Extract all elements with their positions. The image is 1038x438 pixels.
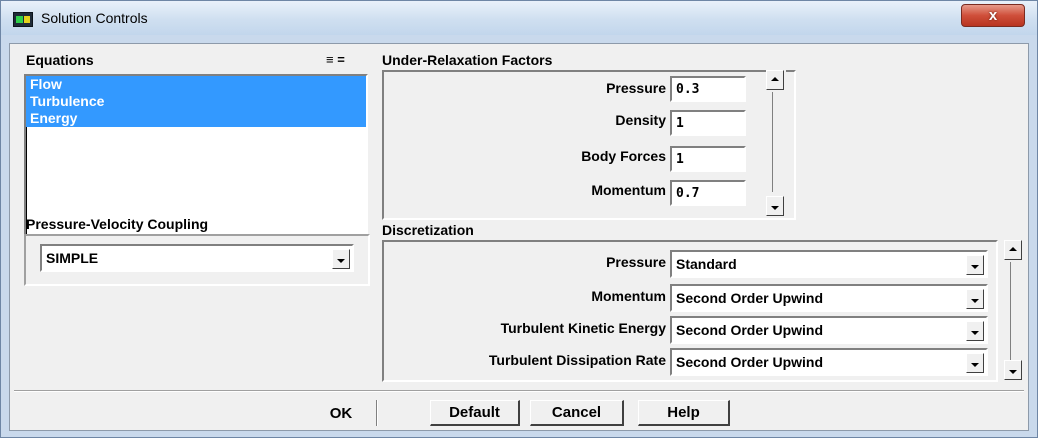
urf-momentum-label: Momentum xyxy=(591,182,666,198)
scroll-up-button[interactable] xyxy=(1004,240,1022,260)
dropdown-button[interactable] xyxy=(966,289,984,309)
chevron-up-icon xyxy=(771,77,779,81)
discretization-scrollbar[interactable] xyxy=(1004,240,1024,382)
disc-pressure-select[interactable]: Standard xyxy=(670,250,988,278)
chevron-down-icon xyxy=(337,259,345,263)
scroll-track[interactable] xyxy=(1010,262,1011,360)
equation-item-flow[interactable]: Flow xyxy=(26,76,366,93)
dropdown-button[interactable] xyxy=(332,249,350,269)
pv-coupling-select[interactable]: SIMPLE xyxy=(40,244,354,272)
chevron-down-icon xyxy=(971,299,979,303)
cancel-button[interactable]: Cancel xyxy=(530,400,624,426)
disc-momentum-select[interactable]: Second Order Upwind xyxy=(670,284,988,312)
equation-item-energy[interactable]: Energy xyxy=(26,110,366,127)
title-bar[interactable]: Solution Controls x xyxy=(1,1,1037,35)
dropdown-button[interactable] xyxy=(966,321,984,341)
chevron-down-icon xyxy=(971,331,979,335)
scroll-down-button[interactable] xyxy=(766,196,784,216)
scroll-track[interactable] xyxy=(772,92,773,192)
disc-dissipation-select[interactable]: Second Order Upwind xyxy=(670,348,988,376)
urf-scrollbar[interactable] xyxy=(766,70,786,216)
urf-body-forces-label: Body Forces xyxy=(581,148,666,164)
urf-pressure-input[interactable]: 0.3 xyxy=(670,76,746,102)
disc-pressure-label: Pressure xyxy=(606,254,666,270)
urf-pressure-label: Pressure xyxy=(606,80,666,96)
disc-dissipation-value: Second Order Upwind xyxy=(676,354,824,370)
close-button[interactable]: x xyxy=(961,4,1025,27)
equation-item-turbulence[interactable]: Turbulence xyxy=(26,93,366,110)
chevron-down-icon xyxy=(971,265,979,269)
ok-button[interactable]: OK xyxy=(316,400,366,426)
solution-controls-window: Solution Controls x Equations ≡ = Flow T… xyxy=(0,0,1038,438)
chevron-down-icon xyxy=(1009,370,1017,374)
urf-body-forces-input[interactable]: 1 xyxy=(670,146,746,172)
pv-coupling-value: SIMPLE xyxy=(46,250,99,266)
urf-density-label: Density xyxy=(615,112,666,128)
under-relaxation-header: Under-Relaxation Factors xyxy=(382,52,553,68)
disc-momentum-value: Second Order Upwind xyxy=(676,290,824,306)
dropdown-button[interactable] xyxy=(966,255,984,275)
urf-density-input[interactable]: 1 xyxy=(670,110,746,136)
disc-tke-label: Turbulent Kinetic Energy xyxy=(500,320,666,336)
scroll-up-button[interactable] xyxy=(766,70,784,90)
disc-pressure-value: Standard xyxy=(676,256,737,272)
urf-momentum-input[interactable]: 0.7 xyxy=(670,180,746,206)
discretization-header: Discretization xyxy=(382,222,474,238)
list-toggle-icons[interactable]: ≡ = xyxy=(326,52,345,67)
dialog-body: Equations ≡ = Flow Turbulence Energy Pre… xyxy=(9,43,1029,431)
help-button[interactable]: Help xyxy=(638,400,730,426)
dropdown-button[interactable] xyxy=(966,353,984,373)
window-title: Solution Controls xyxy=(41,10,148,26)
button-separator xyxy=(376,400,378,426)
chevron-down-icon xyxy=(771,206,779,210)
close-icon: x xyxy=(988,7,998,24)
equations-header: Equations xyxy=(26,52,94,68)
scroll-down-button[interactable] xyxy=(1004,360,1022,380)
chevron-up-icon xyxy=(1009,247,1017,251)
disc-dissipation-label: Turbulent Dissipation Rate xyxy=(488,352,666,368)
chevron-down-icon xyxy=(971,363,979,367)
disc-tke-value: Second Order Upwind xyxy=(676,322,824,338)
disc-momentum-label: Momentum xyxy=(591,288,666,304)
disc-tke-select[interactable]: Second Order Upwind xyxy=(670,316,988,344)
app-icon xyxy=(13,12,33,27)
button-row-divider xyxy=(14,390,1024,392)
pv-coupling-header: Pressure-Velocity Coupling xyxy=(26,216,209,232)
default-button[interactable]: Default xyxy=(430,400,520,426)
